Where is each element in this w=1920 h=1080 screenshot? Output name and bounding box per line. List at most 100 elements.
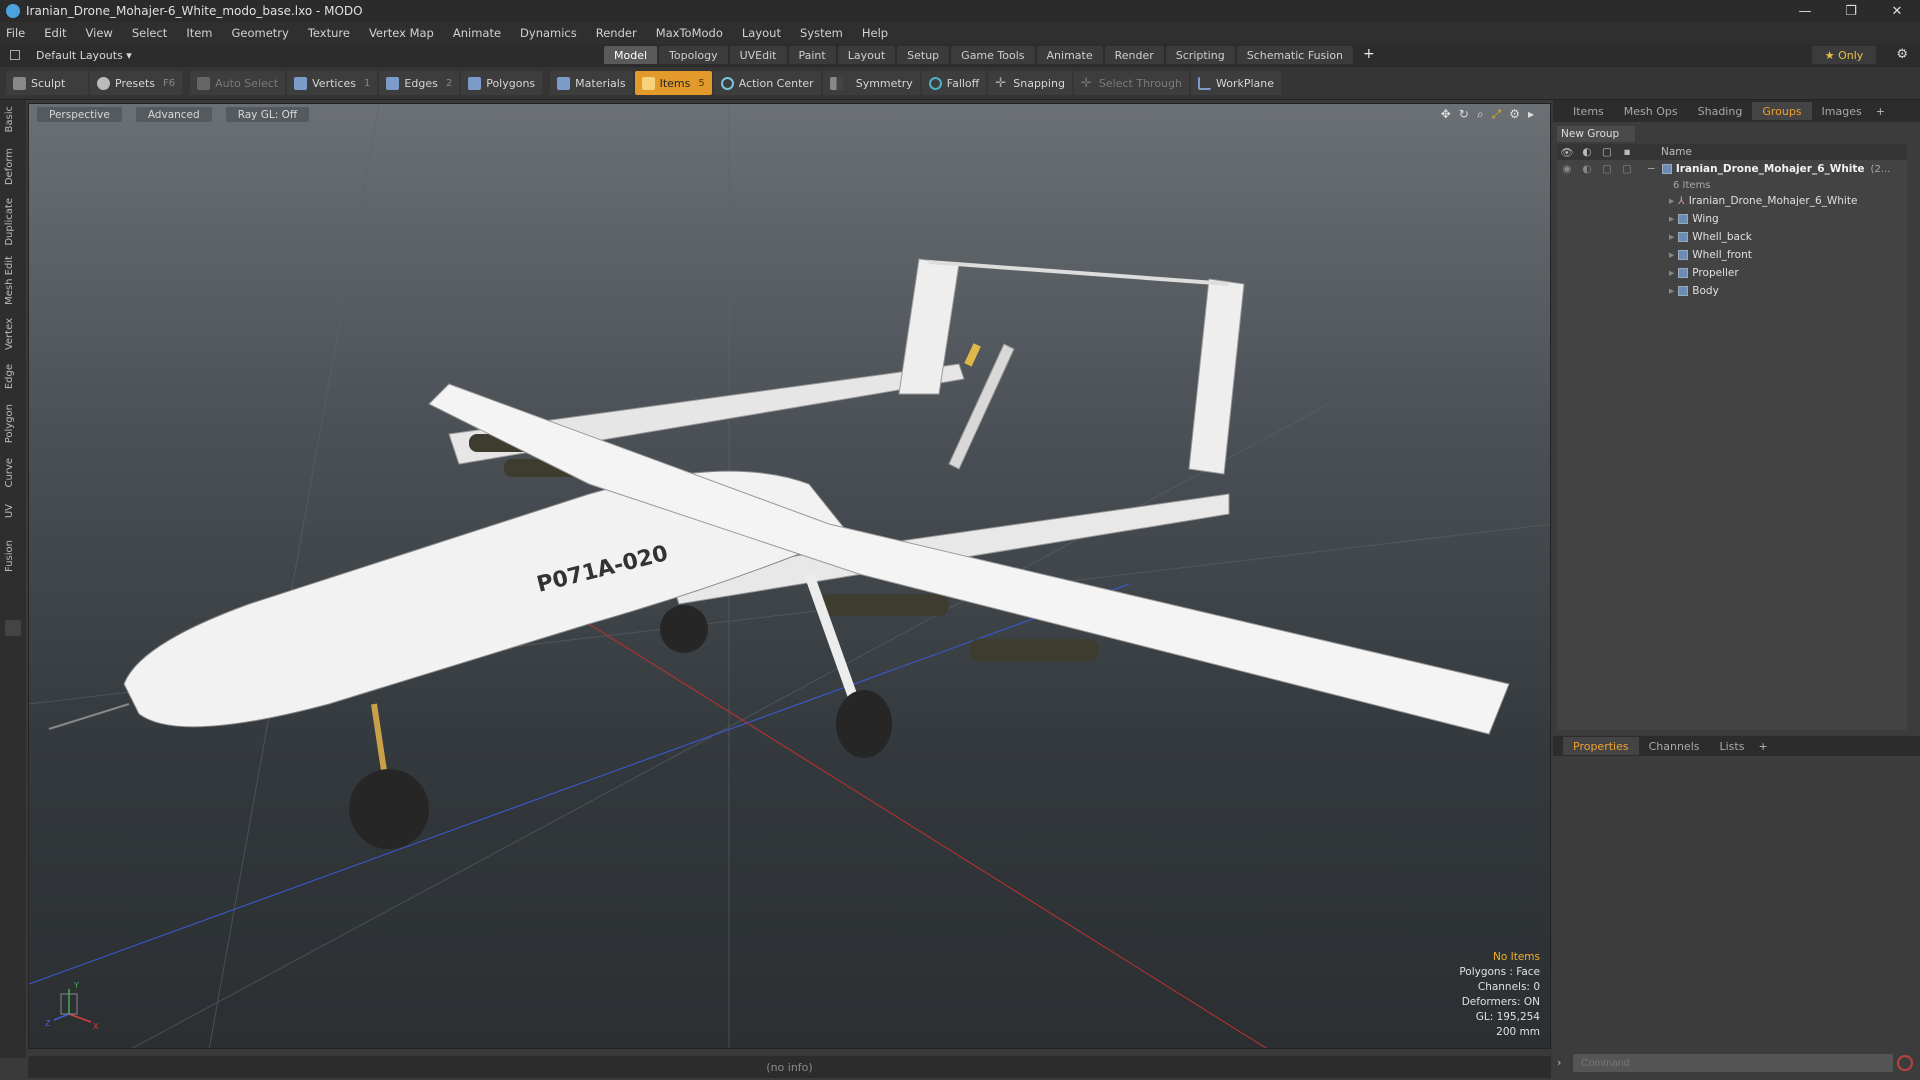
new-group-button[interactable]: New Group [1557,126,1635,142]
tab-game-tools[interactable]: Game Tools [951,46,1035,64]
symmetry-button[interactable]: Symmetry [822,71,920,95]
menu-animate[interactable]: Animate [453,26,501,40]
tab-layout[interactable]: Layout [837,46,896,64]
select-through-button[interactable]: ✛ Select Through [1073,71,1189,95]
strip-tab-deform[interactable]: Deform [4,148,15,185]
viewport-menu-icon[interactable]: ▸ [1528,107,1534,122]
items-button[interactable]: Items 5 [634,71,712,95]
tab-groups[interactable]: Groups [1752,102,1812,120]
menu-help[interactable]: Help [862,26,888,40]
tree-row-wing[interactable]: ▸ Wing [1557,210,1907,228]
tab-shading[interactable]: Shading [1688,102,1753,120]
tree-row-body[interactable]: ▸ Body [1557,282,1907,300]
tab-animate[interactable]: Animate [1036,46,1103,64]
gear-icon[interactable]: ⚙ [1896,47,1908,62]
select-toggle-icon[interactable]: ▢ [1617,163,1637,175]
menu-vertex-map[interactable]: Vertex Map [369,26,434,40]
command-input[interactable] [1573,1054,1893,1072]
tab-setup[interactable]: Setup [897,46,950,64]
tab-topology[interactable]: Topology [659,46,728,64]
materials-button[interactable]: Materials [550,71,633,95]
menu-maxtomodo[interactable]: MaxToModo [656,26,723,40]
strip-tab-duplicate[interactable]: Duplicate [4,198,15,246]
zoom-icon[interactable]: ⌕ [1477,107,1484,122]
raygl-button[interactable]: Ray GL: Off [225,107,310,122]
strip-tab-edge[interactable]: Edge [4,364,15,389]
menu-texture[interactable]: Texture [308,26,350,40]
render-column-icon[interactable]: ◐ [1577,146,1597,159]
strip-tab-vertex[interactable]: Vertex [4,318,15,350]
strip-toggle-button[interactable] [5,620,21,636]
menu-dynamics[interactable]: Dynamics [520,26,577,40]
tab-model[interactable]: Model [604,46,658,64]
only-button[interactable]: ★ Only [1812,46,1876,64]
presets-button[interactable]: Presets F6 [90,71,183,95]
eye-icon[interactable]: ◉ [1557,163,1577,175]
record-icon[interactable] [1897,1055,1913,1071]
collapse-icon[interactable]: − [1647,163,1656,175]
edges-button[interactable]: Edges 2 [379,71,460,95]
menu-geometry[interactable]: Geometry [232,26,289,40]
drone-model[interactable]: P071A-020 [48,258,1510,849]
tab-items[interactable]: Items [1563,102,1614,120]
menu-view[interactable]: View [86,26,113,40]
strip-tab-curve[interactable]: Curve [4,458,15,488]
menu-file[interactable]: File [6,26,25,40]
tab-uvedit[interactable]: UVEdit [729,46,787,64]
render-toggle-icon[interactable]: ◐ [1577,163,1597,175]
tree-row-whell-back[interactable]: ▸ Whell_back [1557,228,1907,246]
tab-scripting[interactable]: Scripting [1165,46,1235,64]
menu-item[interactable]: Item [186,26,212,40]
menu-layout[interactable]: Layout [742,26,781,40]
lock-toggle-icon[interactable]: ▢ [1597,163,1617,175]
name-column-header[interactable]: Name [1661,146,1692,158]
workplane-button[interactable]: WorkPlane [1190,71,1282,95]
falloff-button[interactable]: Falloff [921,71,987,95]
tab-properties[interactable]: Properties [1563,737,1639,755]
tab-schematic-fusion[interactable]: Schematic Fusion [1236,46,1354,64]
tab-paint[interactable]: Paint [788,46,836,64]
tree-row-propeller[interactable]: ▸ Propeller [1557,264,1907,282]
tree-row-whell-front[interactable]: ▸ Whell_front [1557,246,1907,264]
viewport-settings-icon[interactable]: ⚙ [1509,107,1520,122]
menu-select[interactable]: Select [132,26,167,40]
minimize-icon[interactable]: — [1782,0,1828,22]
deformers-info: Deformers: ON [1461,996,1540,1008]
close-icon[interactable]: ✕ [1874,0,1920,22]
menu-render[interactable]: Render [596,26,637,40]
tab-render[interactable]: Render [1104,46,1164,64]
maximize-icon[interactable]: ❐ [1828,0,1874,22]
strip-tab-mesh-edit[interactable]: Mesh Edit [4,256,15,305]
tab-lists[interactable]: Lists [1710,737,1755,755]
polygons-button[interactable]: Polygons [461,71,543,95]
layout-selector[interactable]: Default Layouts ▾ [10,49,132,62]
menu-system[interactable]: System [800,26,843,40]
auto-select-button[interactable]: Auto Select [190,71,286,95]
strip-tab-basic[interactable]: Basic [4,106,15,132]
add-properties-tab-icon[interactable]: + [1758,740,1767,753]
pan-icon[interactable]: ✥ [1441,107,1451,122]
add-tab-icon[interactable]: + [1363,46,1375,64]
tree-row-locator[interactable]: ▸ ⅄ Iranian_Drone_Mohajer_6_White [1557,192,1907,210]
sculpt-button[interactable]: Sculpt [6,71,88,95]
add-panel-tab-icon[interactable]: + [1876,105,1885,118]
strip-tab-polygon[interactable]: Polygon [4,404,15,443]
tab-images[interactable]: Images [1812,102,1872,120]
view-mode-button[interactable]: Perspective [37,107,122,122]
strip-tab-uv[interactable]: UV [4,504,15,518]
select-column-icon[interactable]: ▪ [1617,146,1637,159]
fit-icon[interactable]: ⤢ [1492,107,1502,122]
action-center-button[interactable]: Action Center [713,71,821,95]
shading-mode-button[interactable]: Advanced [135,107,212,122]
vertices-button[interactable]: Vertices 1 [287,71,378,95]
strip-tab-fusion[interactable]: Fusion [4,540,15,572]
3d-viewport[interactable]: P071A-020 Y X Z Perspective Advanced Ray… [28,103,1551,1049]
visibility-column-icon[interactable]: 👁 [1557,146,1577,159]
menu-edit[interactable]: Edit [44,26,66,40]
lock-column-icon[interactable]: ▢ [1597,146,1617,159]
tab-mesh-ops[interactable]: Mesh Ops [1614,102,1688,120]
tree-row-root[interactable]: ◉ ◐ ▢ ▢ − Iranian_Drone_Mohajer_6_White (2.… [1557,160,1907,178]
rotate-icon[interactable]: ↻ [1459,107,1469,122]
snapping-button[interactable]: ✛ Snapping [988,71,1072,95]
tab-channels[interactable]: Channels [1639,737,1710,755]
